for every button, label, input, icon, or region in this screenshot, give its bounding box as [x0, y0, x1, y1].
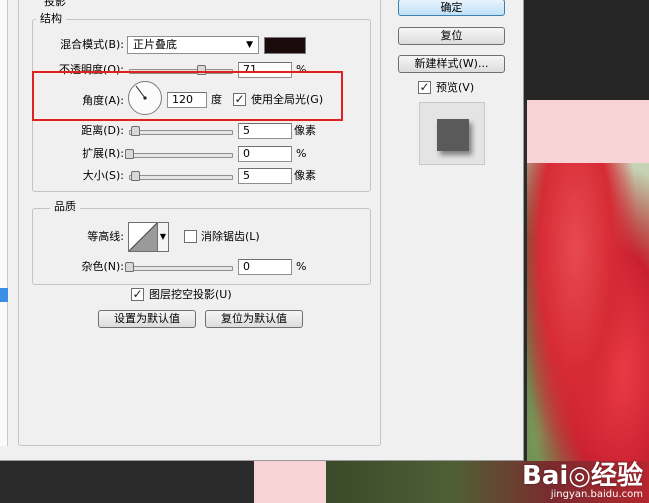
size-slider[interactable]: [129, 175, 233, 180]
style-preview-square: [437, 119, 469, 151]
size-slider-thumb[interactable]: [131, 171, 140, 181]
reset-default-button[interactable]: 复位为默认值: [205, 310, 303, 328]
noise-label: 杂色(N):: [81, 260, 124, 273]
noise-input[interactable]: 0: [238, 259, 292, 275]
contour-curve-icon: [128, 222, 158, 252]
noise-slider-thumb[interactable]: [125, 262, 134, 272]
knockout-checkbox[interactable]: ✓: [131, 288, 144, 301]
canvas-pink-area-bottom: [254, 461, 326, 503]
workspace-background: [524, 0, 649, 100]
chevron-down-icon: ▼: [246, 40, 253, 50]
size-input[interactable]: 5: [238, 168, 292, 184]
anti-alias-checkbox[interactable]: [184, 230, 197, 243]
styles-list-panel[interactable]: [0, 0, 8, 446]
blend-mode-value: 正片叠底: [133, 38, 177, 51]
contour-label: 等高线:: [87, 230, 124, 243]
spread-unit: %: [296, 147, 307, 160]
distance-slider-thumb[interactable]: [131, 126, 140, 136]
ok-button[interactable]: 确定: [398, 0, 505, 16]
baidu-jingyan-watermark: Bai◎经验 jingyan.baidu.com: [522, 463, 643, 501]
knockout-label: 图层挖空投影(U): [149, 288, 232, 301]
blend-color-swatch[interactable]: [264, 37, 306, 54]
section-title: 投影: [40, 0, 70, 9]
distance-input[interactable]: 5: [238, 123, 292, 139]
preview-checkbox[interactable]: ✓: [418, 81, 431, 94]
spread-label: 扩展(R):: [82, 147, 124, 160]
blend-mode-select[interactable]: 正片叠底 ▼: [127, 36, 259, 54]
preview-label: 预览(V): [436, 81, 475, 94]
anti-alias-label: 消除锯齿(L): [201, 230, 260, 243]
noise-slider[interactable]: [129, 266, 233, 271]
spread-slider-thumb[interactable]: [125, 149, 134, 159]
structure-legend: 结构: [36, 12, 66, 26]
highlight-annotation: [32, 71, 343, 121]
canvas-pink-area: [527, 100, 649, 163]
blend-mode-label: 混合模式(B):: [60, 38, 124, 51]
new-style-button[interactable]: 新建样式(W)...: [398, 55, 505, 73]
styles-list-selected-item[interactable]: [0, 288, 8, 302]
chevron-down-icon[interactable]: ▼: [158, 222, 169, 252]
spread-slider[interactable]: [129, 153, 233, 158]
size-unit: 像素: [294, 169, 316, 182]
watermark-logo: Bai◎经验: [522, 461, 643, 491]
quality-legend: 品质: [50, 200, 80, 214]
size-label: 大小(S):: [82, 169, 124, 182]
distance-unit: 像素: [294, 124, 316, 137]
distance-label: 距离(D):: [81, 124, 124, 137]
hibiscus-photo: [527, 163, 649, 503]
make-default-button[interactable]: 设置为默认值: [98, 310, 196, 328]
reset-button[interactable]: 复位: [398, 27, 505, 45]
spread-input[interactable]: 0: [238, 146, 292, 162]
contour-picker[interactable]: [128, 222, 158, 252]
distance-slider[interactable]: [129, 130, 233, 135]
noise-unit: %: [296, 260, 307, 273]
